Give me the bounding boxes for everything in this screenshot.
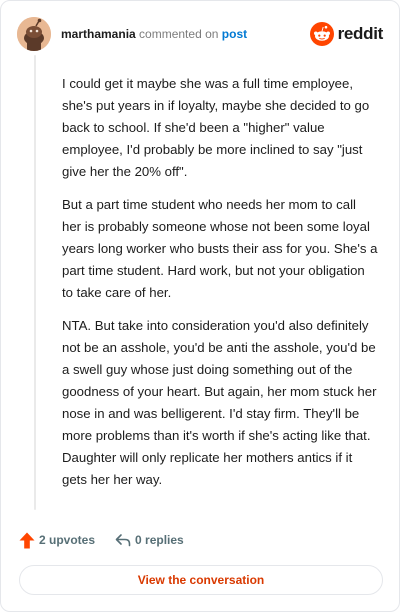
- view-conversation-button[interactable]: View the conversation: [19, 565, 383, 595]
- upvote-count: 2 upvotes: [39, 533, 96, 547]
- thread-line: [34, 55, 36, 510]
- reddit-brand[interactable]: reddit: [309, 22, 384, 46]
- username[interactable]: marthamania: [61, 27, 136, 41]
- replies-button[interactable]: 0 replies: [115, 533, 184, 547]
- post-link[interactable]: post: [222, 27, 247, 41]
- comment-paragraph: NTA. But take into consideration you'd a…: [62, 318, 377, 487]
- comment-meta: marthamania commented on post: [61, 26, 247, 42]
- comment-card: marthamania commented on post reddit I c…: [0, 0, 400, 612]
- comment-body: I could get it maybe she was a full time…: [62, 73, 378, 502]
- comment-header: marthamania commented on post reddit: [17, 17, 383, 51]
- comment-actions: 2 upvotes 0 replies: [19, 530, 184, 550]
- upvote-arrow-icon: [19, 532, 35, 548]
- comment-paragraph: But a part time student who needs her mo…: [62, 197, 378, 300]
- reddit-logo-icon: [309, 22, 334, 46]
- comment-paragraph: I could get it maybe she was a full time…: [62, 76, 370, 179]
- action-text: commented on: [139, 27, 219, 41]
- brand-name: reddit: [337, 24, 384, 43]
- reply-arrow-icon: [115, 534, 131, 547]
- reply-count: 0 replies: [135, 533, 184, 547]
- avatar[interactable]: [17, 17, 51, 51]
- upvote-button[interactable]: 2 upvotes: [19, 532, 95, 549]
- snoo-avatar-icon: [17, 17, 51, 51]
